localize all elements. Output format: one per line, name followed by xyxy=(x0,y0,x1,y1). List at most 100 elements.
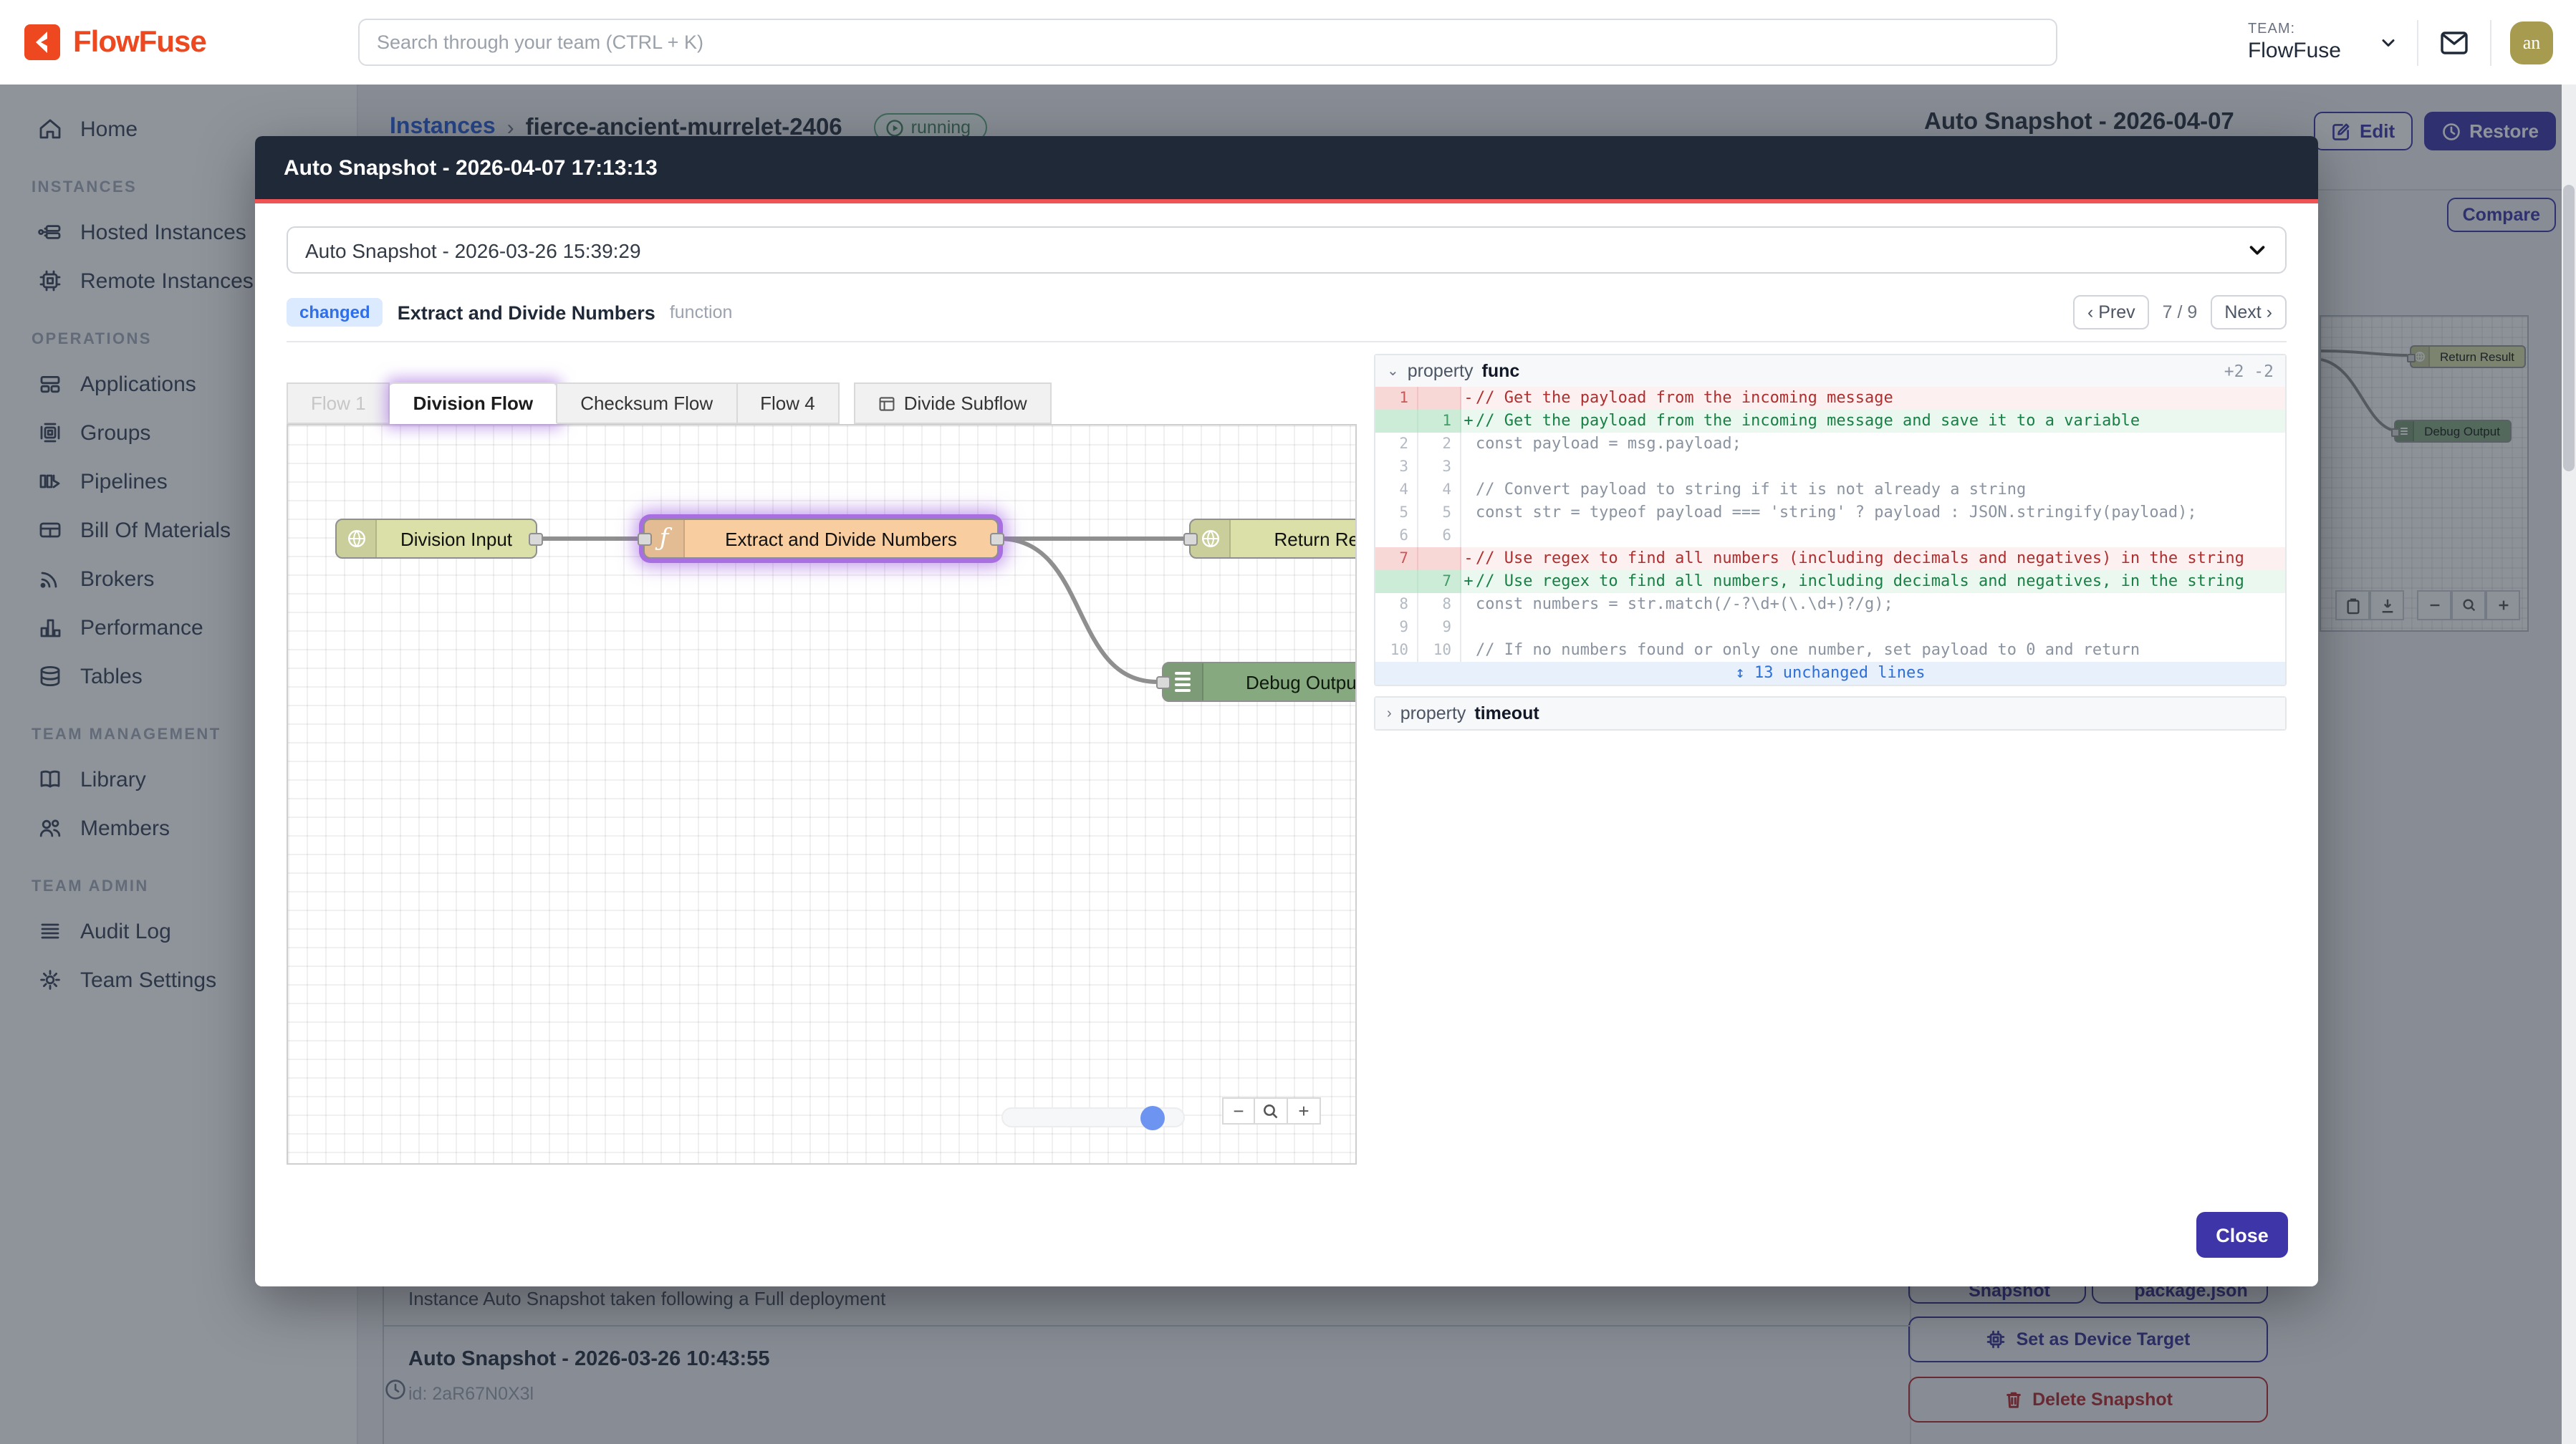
collapsed-lines-row[interactable]: ↕ 13 unchanged lines xyxy=(1375,662,2285,685)
tab-label: Divide Subflow xyxy=(904,393,1027,414)
avatar[interactable]: an xyxy=(2510,21,2553,64)
diff-sign: + xyxy=(1461,410,1476,433)
tab-division-flow[interactable]: Division Flow xyxy=(390,382,558,424)
chevron-down-icon xyxy=(2246,239,2268,261)
old-line-number: 9 xyxy=(1375,616,1418,639)
tab-flow-4[interactable]: Flow 4 xyxy=(737,382,840,424)
diff-sign xyxy=(1461,478,1476,501)
team-selector[interactable]: TEAM: FlowFuse xyxy=(2248,21,2398,63)
slider-handle[interactable] xyxy=(1140,1106,1165,1130)
search-input[interactable] xyxy=(358,19,2057,66)
node-input-port[interactable] xyxy=(638,533,652,546)
new-line-number: 6 xyxy=(1418,524,1461,547)
new-line-number: 10 xyxy=(1418,639,1461,662)
modal-title: Auto Snapshot - 2026-04-07 17:13:13 xyxy=(284,155,658,180)
node-input-port[interactable] xyxy=(1156,676,1171,689)
new-line-number: 2 xyxy=(1418,433,1461,456)
diff-row: 1 -// Get the payload from the incoming … xyxy=(1375,387,2285,410)
node-output-port[interactable] xyxy=(990,533,1004,546)
snapshot-select[interactable]: Auto Snapshot - 2026-03-26 15:39:29 xyxy=(287,226,2287,274)
diff-sign xyxy=(1461,524,1476,547)
diff-code: // Get the payload from the incoming mes… xyxy=(1476,410,2140,433)
property-func-header[interactable]: ⌄ property func +2 -2 xyxy=(1375,355,2285,387)
diff-code: // Use regex to find all numbers, includ… xyxy=(1476,570,2244,593)
diff-code: // Use regex to find all numbers (includ… xyxy=(1476,547,2244,570)
modal-body: Auto Snapshot - 2026-03-26 15:39:29 chan… xyxy=(255,203,2318,1286)
changed-node-name: Extract and Divide Numbers xyxy=(398,302,655,323)
zoom-reset-button[interactable] xyxy=(1255,1097,1288,1125)
mail-icon xyxy=(2437,25,2471,59)
old-line-number: 5 xyxy=(1375,501,1418,524)
tab-divide-subflow[interactable]: Divide Subflow xyxy=(854,382,1052,424)
diff-row: 7 -// Use regex to find all numbers (inc… xyxy=(1375,547,2285,570)
old-line-number: 7 xyxy=(1375,547,1418,570)
chevron-down-icon xyxy=(2378,32,2398,52)
flow-nav-slider[interactable] xyxy=(1001,1107,1185,1127)
new-line-number xyxy=(1418,387,1461,410)
old-line-number xyxy=(1375,410,1418,433)
property-timeout-section: › property timeout xyxy=(1374,696,2287,731)
diff-row: 99 xyxy=(1375,616,2285,639)
old-line-number: 8 xyxy=(1375,593,1418,616)
changed-node-type: function xyxy=(670,302,733,322)
subflow-icon xyxy=(878,395,895,412)
divider xyxy=(2417,19,2418,65)
old-line-number: 6 xyxy=(1375,524,1418,547)
node-division-input[interactable]: Division Input xyxy=(335,519,537,559)
diff-code: const payload = msg.payload; xyxy=(1476,433,1741,456)
diff-row: 7 +// Use regex to find all numbers, inc… xyxy=(1375,570,2285,593)
node-extract-and-divide-numbers[interactable]: ƒ Extract and Divide Numbers xyxy=(643,519,999,559)
old-line-number: 4 xyxy=(1375,478,1418,501)
flow-zoom-controls: − + xyxy=(1222,1097,1321,1125)
diff-code: const numbers = str.match(/-?\d+(\.\d+)?… xyxy=(1476,593,1893,616)
scrollbar-thumb[interactable] xyxy=(2563,185,2575,471)
diff-row: 22 const payload = msg.payload; xyxy=(1375,433,2285,456)
diff-row: 1 +// Get the payload from the incoming … xyxy=(1375,410,2285,433)
next-change-button[interactable]: Next › xyxy=(2210,295,2287,329)
snapshot-select-value: Auto Snapshot - 2026-03-26 15:39:29 xyxy=(305,239,641,261)
node-input-port[interactable] xyxy=(1183,533,1198,546)
new-line-number xyxy=(1418,547,1461,570)
flow-tabs: Flow 1 Division Flow Checksum Flow Flow … xyxy=(287,382,1357,424)
diff-sign xyxy=(1461,616,1476,639)
unfold-icon: ↕ xyxy=(1736,663,1745,682)
node-output-port[interactable] xyxy=(529,533,543,546)
logo-text: FlowFuse xyxy=(73,25,206,59)
chevron-open-icon: ⌄ xyxy=(1387,363,1399,379)
old-line-number: 10 xyxy=(1375,639,1418,662)
modal-header: Auto Snapshot - 2026-04-07 17:13:13 xyxy=(255,136,2318,199)
team-label: TEAM: xyxy=(2248,21,2341,37)
zoom-in-button[interactable]: + xyxy=(1288,1097,1321,1125)
tab-flow-1[interactable]: Flow 1 xyxy=(287,382,390,424)
tab-checksum-flow[interactable]: Checksum Flow xyxy=(557,382,737,424)
property-prefix: property xyxy=(1400,703,1466,723)
collapsed-lines-label: 13 unchanged lines xyxy=(1754,663,1925,682)
diff-sign xyxy=(1461,639,1476,662)
flowfuse-logo[interactable]: FlowFuse xyxy=(23,23,206,62)
old-line-number: 1 xyxy=(1375,387,1418,410)
node-debug-output[interactable]: Debug Output xyxy=(1162,662,1357,702)
divider xyxy=(287,341,2287,342)
top-navbar: FlowFuse TEAM: FlowFuse an xyxy=(0,0,2576,85)
property-timeout-header[interactable]: › property timeout xyxy=(1375,698,2285,729)
notifications-button[interactable] xyxy=(2437,25,2471,59)
diff-sign xyxy=(1461,593,1476,616)
diff-panel: ⌄ property func +2 -2 1 -// Get the payl… xyxy=(1374,354,2287,731)
node-return-result[interactable]: Return Result xyxy=(1189,519,1357,559)
close-button[interactable]: Close xyxy=(2196,1212,2288,1258)
globe-icon xyxy=(337,520,377,557)
prev-change-button[interactable]: ‹ Prev xyxy=(2073,295,2150,329)
zoom-out-button[interactable]: − xyxy=(1222,1097,1255,1125)
flow-canvas[interactable]: Division Input ƒ Extract and Divide Numb… xyxy=(287,424,1357,1165)
diff-row: 88 const numbers = str.match(/-?\d+(\.\d… xyxy=(1375,593,2285,616)
app-viewport: FlowFuse TEAM: FlowFuse an xyxy=(0,0,2576,1444)
property-name: timeout xyxy=(1474,703,1539,723)
new-line-number: 5 xyxy=(1418,501,1461,524)
new-line-number: 3 xyxy=(1418,456,1461,478)
property-prefix: property xyxy=(1408,361,1474,381)
diff-sign: - xyxy=(1461,547,1476,570)
diff-row: 1010 // If no numbers found or only one … xyxy=(1375,639,2285,662)
new-line-number: 1 xyxy=(1418,410,1461,433)
change-summary-row: changed Extract and Divide Numbers funct… xyxy=(287,294,2287,331)
page-scrollbar[interactable] xyxy=(2562,85,2576,1444)
